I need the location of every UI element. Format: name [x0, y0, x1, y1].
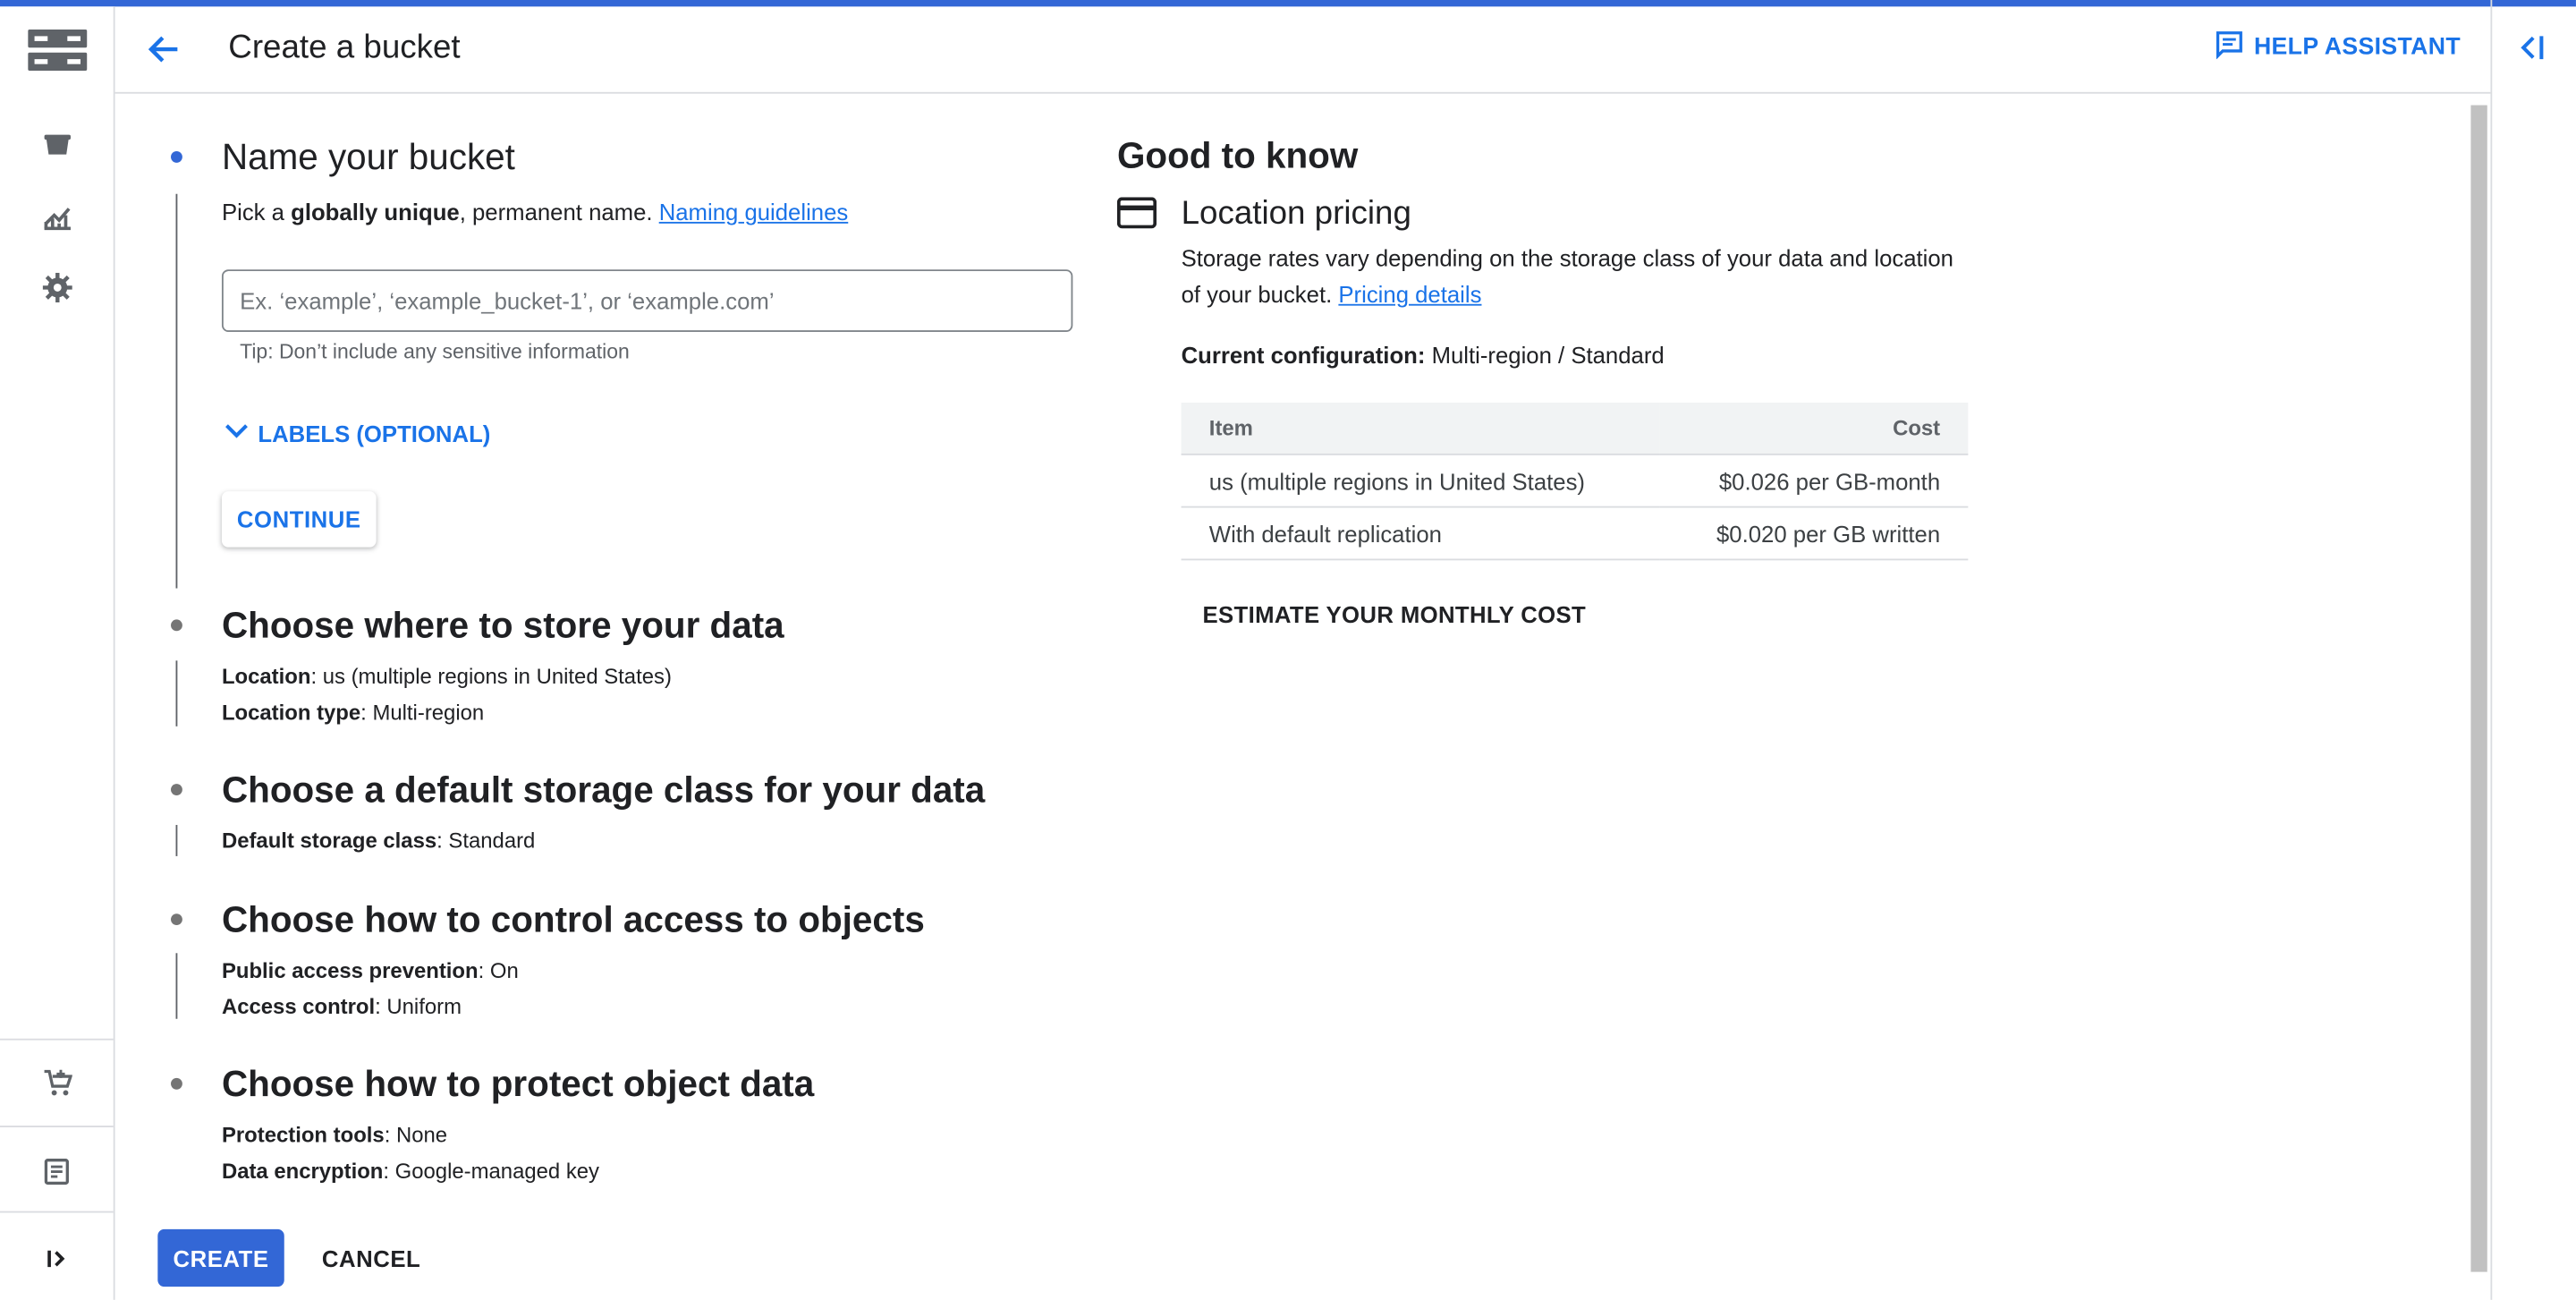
help-assistant-label: HELP ASSISTANT [2253, 34, 2462, 61]
kv-value: : None [384, 1122, 448, 1148]
labels-toggle-label: LABELS (OPTIONAL) [258, 420, 491, 446]
feedback-icon [2215, 30, 2244, 65]
desc-text: Pick a [221, 199, 292, 225]
kv-key: Default storage class [221, 828, 437, 854]
column-header-cost: Cost [1658, 402, 1969, 455]
back-arrow-icon[interactable] [145, 30, 184, 69]
table-row: us (multiple regions in United States) $… [1181, 454, 1969, 508]
current-configuration: Current configuration: Multi-region / St… [1182, 342, 1665, 368]
good-to-know-title: Good to know [1116, 134, 1359, 176]
desc-bold: globally unique [291, 199, 460, 225]
input-tip: Tip: Don’t include any sensitive informa… [240, 340, 630, 363]
collapse-panel-icon[interactable] [2513, 30, 2549, 65]
page: Create a bucket HELP ASSISTANT Name your… [0, 0, 2576, 1300]
bucket-name-input[interactable] [221, 269, 1073, 333]
page-header [114, 6, 2491, 94]
name-description: Pick a globally unique, permanent name. … [222, 199, 848, 225]
page-title: Create a bucket [228, 30, 461, 66]
chevron-down-icon [222, 416, 251, 451]
step-connector [175, 660, 178, 726]
public-access-summary: Public access prevention: On [222, 958, 519, 983]
scrollbar[interactable] [2470, 105, 2487, 1272]
release-notes-icon[interactable] [41, 1155, 74, 1188]
settings-icon[interactable] [41, 271, 74, 304]
desc-text: , permanent name. [459, 199, 659, 225]
storage-logo-icon[interactable] [28, 26, 88, 75]
location-pricing-description: Storage rates vary depending on the stor… [1182, 240, 1970, 312]
protection-tools-summary: Protection tools: None [222, 1122, 447, 1147]
monitoring-icon[interactable] [41, 200, 74, 234]
cost-table: Item Cost us (multiple regions in United… [1181, 402, 1969, 561]
step-title-protection[interactable]: Choose how to protect object data [222, 1063, 814, 1106]
kv-value: : Uniform [375, 994, 462, 1019]
table-cell-item: With default replication [1181, 506, 1659, 561]
right-rail-divider [2490, 0, 2493, 1300]
step-indicator [171, 913, 182, 926]
expand-icon[interactable] [41, 1243, 74, 1276]
kv-value: : Standard [436, 828, 536, 854]
kv-key: Location [221, 664, 311, 689]
location-type-summary: Location type: Multi-region [222, 700, 484, 725]
progress-top-bar [0, 0, 2576, 7]
step-indicator [171, 1077, 182, 1090]
estimate-monthly-cost-button[interactable]: ESTIMATE YOUR MONTHLY COST [1202, 601, 1586, 627]
bucket-icon[interactable] [41, 128, 74, 161]
access-control-summary: Access control: Uniform [222, 994, 462, 1019]
table-header-row: Item Cost [1181, 402, 1969, 455]
naming-guidelines-link[interactable]: Naming guidelines [659, 199, 849, 225]
encryption-summary: Data encryption: Google-managed key [222, 1159, 599, 1184]
help-assistant-button[interactable]: HELP ASSISTANT [2215, 30, 2461, 65]
step-title-access-control[interactable]: Choose how to control access to objects [222, 899, 925, 942]
nav-divider [0, 1126, 114, 1127]
kv-key: Access control [221, 994, 376, 1019]
table-cell-item: us (multiple regions in United States) [1181, 454, 1659, 508]
column-header-item: Item [1181, 402, 1659, 455]
kv-value: : Google-managed key [383, 1158, 599, 1184]
kv-key: Location type [221, 700, 361, 725]
kv-key: Public access prevention [221, 957, 479, 983]
step-indicator-active [171, 150, 182, 163]
config-value: Multi-region / Standard [1425, 342, 1665, 369]
step-title-storage-class[interactable]: Choose a default storage class for your … [222, 769, 985, 812]
step-connector [175, 825, 178, 856]
nav-divider [0, 1211, 114, 1213]
location-pricing-title: Location pricing [1181, 195, 1411, 232]
pricing-details-link[interactable]: Pricing details [1338, 281, 1481, 307]
cancel-button[interactable]: CANCEL [312, 1229, 430, 1287]
location-summary: Location: us (multiple regions in United… [222, 664, 672, 689]
step-title-name-bucket[interactable]: Name your bucket [222, 136, 515, 179]
marketplace-icon[interactable] [41, 1066, 74, 1100]
step-indicator [171, 784, 182, 795]
nav-divider [0, 1038, 114, 1041]
left-nav-rail [0, 6, 115, 1300]
credit-card-icon [1116, 197, 1157, 230]
config-label: Current configuration: [1181, 342, 1426, 369]
step-title-location[interactable]: Choose where to store your data [222, 605, 784, 648]
kv-value: : Multi-region [360, 700, 485, 725]
kv-key: Data encryption [221, 1158, 384, 1184]
create-button[interactable]: CREATE [157, 1228, 284, 1287]
kv-value: : On [478, 957, 519, 983]
step-connector [175, 953, 178, 1019]
table-cell-cost: $0.026 per GB-month [1658, 454, 1969, 508]
table-cell-cost: $0.020 per GB written [1658, 506, 1969, 561]
kv-key: Protection tools [221, 1122, 385, 1148]
storage-class-summary: Default storage class: Standard [222, 828, 535, 854]
pricing-desc-text: Storage rates vary depending on the stor… [1181, 244, 1954, 308]
labels-toggle[interactable]: LABELS (OPTIONAL) [222, 416, 490, 451]
table-row: With default replication $0.020 per GB w… [1181, 506, 1969, 561]
step-connector [175, 193, 178, 589]
continue-button[interactable]: CONTINUE [221, 491, 377, 548]
kv-value: : us (multiple regions in United States) [310, 664, 672, 689]
step-indicator [171, 619, 182, 632]
